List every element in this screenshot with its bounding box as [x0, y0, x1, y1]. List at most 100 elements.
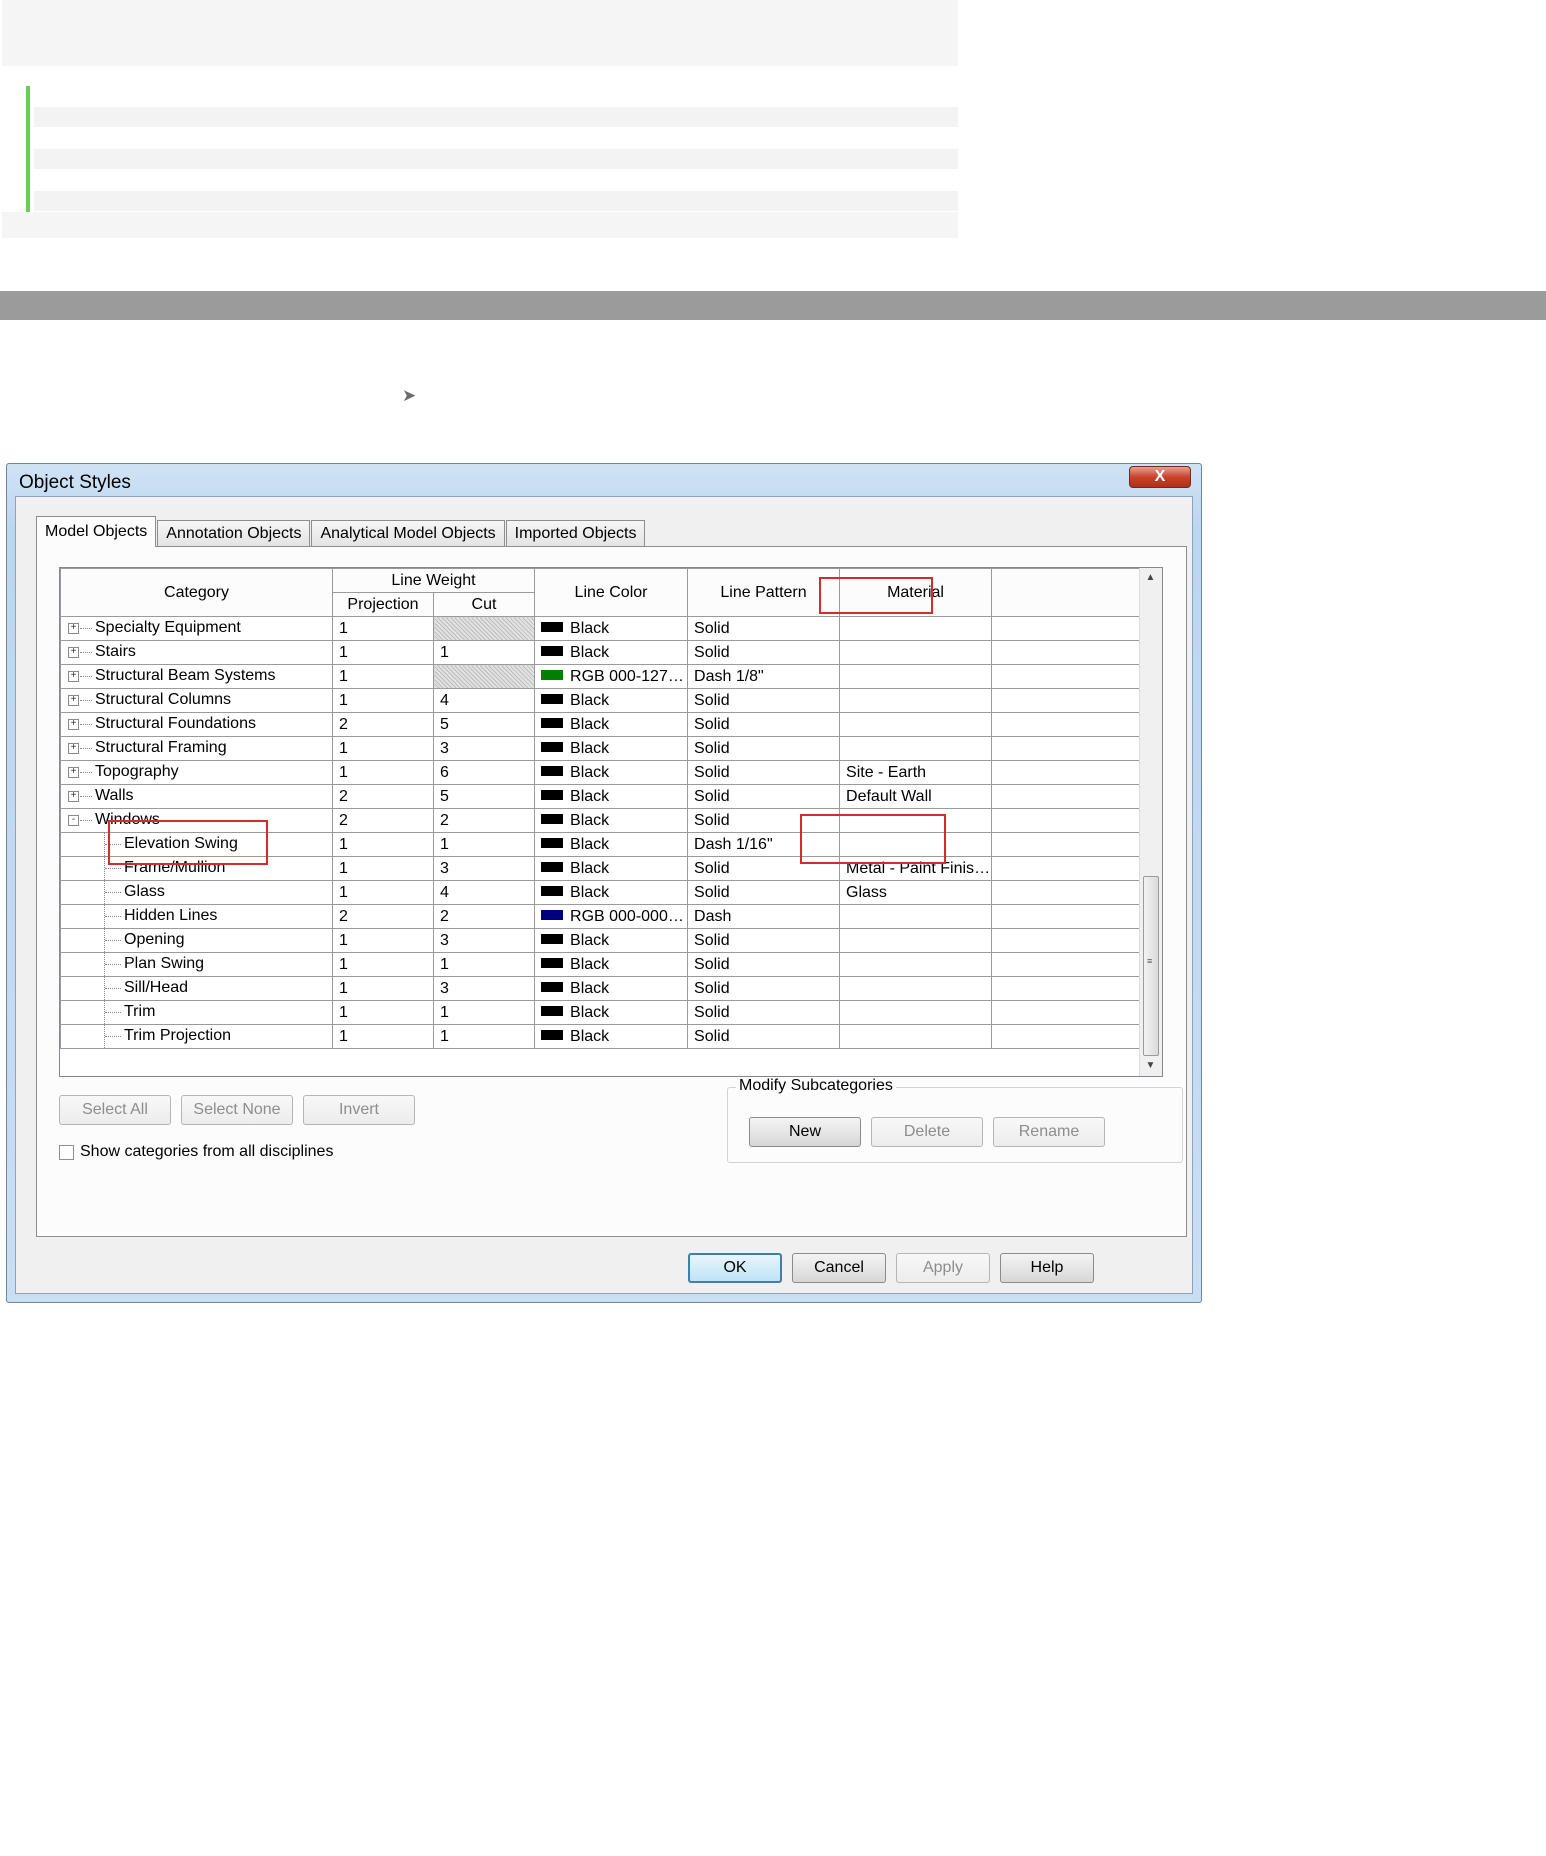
- projection-cell[interactable]: 2: [332, 712, 434, 737]
- projection-cell[interactable]: 1: [332, 616, 434, 641]
- header-material[interactable]: Material: [839, 568, 993, 617]
- header-line-color[interactable]: Line Color: [534, 568, 689, 617]
- table-row[interactable]: + Structural Columns 1 4 Black Solid: [60, 688, 1144, 713]
- material-cell[interactable]: [839, 832, 993, 857]
- material-cell[interactable]: [839, 616, 993, 641]
- cut-cell[interactable]: 3: [432, 928, 536, 953]
- projection-cell[interactable]: 2: [332, 808, 434, 833]
- line-pattern-cell[interactable]: Solid: [687, 712, 841, 737]
- ok-button[interactable]: OK: [688, 1253, 782, 1283]
- category-cell[interactable]: - Windows: [60, 808, 333, 833]
- projection-cell[interactable]: 1: [332, 976, 434, 1001]
- scroll-thumb[interactable]: ≡: [1143, 876, 1159, 1056]
- line-color-cell[interactable]: Black: [534, 952, 689, 977]
- new-subcategory-button[interactable]: New: [749, 1117, 861, 1147]
- material-cell[interactable]: [839, 1000, 993, 1025]
- select-none-button[interactable]: Select None: [181, 1095, 293, 1125]
- table-row[interactable]: + Stairs 1 1 Black Solid: [60, 640, 1144, 665]
- cut-cell[interactable]: 3: [432, 976, 536, 1001]
- grid-scrollbar[interactable]: ▲ ≡ ▼: [1139, 568, 1162, 1076]
- projection-cell[interactable]: 1: [332, 1000, 434, 1025]
- cut-cell[interactable]: 3: [432, 736, 536, 761]
- scroll-up-icon[interactable]: ▲: [1140, 568, 1161, 588]
- cut-cell[interactable]: [432, 664, 536, 689]
- apply-button[interactable]: Apply: [896, 1253, 990, 1283]
- line-color-cell[interactable]: Black: [534, 688, 689, 713]
- table-row[interactable]: + Specialty Equipment 1 Black Solid: [60, 616, 1144, 641]
- select-all-button[interactable]: Select All: [59, 1095, 171, 1125]
- category-cell[interactable]: Trim Projection: [60, 1024, 333, 1049]
- show-all-disciplines-checkbox[interactable]: [59, 1144, 74, 1160]
- table-row[interactable]: Sill/Head 1 3 Black Solid: [60, 976, 1144, 1001]
- category-cell[interactable]: + Topography: [60, 760, 333, 785]
- rename-subcategory-button[interactable]: Rename: [993, 1117, 1105, 1147]
- expand-icon[interactable]: +: [68, 791, 79, 802]
- close-button[interactable]: X: [1129, 466, 1191, 488]
- expand-icon[interactable]: +: [68, 743, 79, 754]
- material-cell[interactable]: [839, 664, 993, 689]
- category-cell[interactable]: + Structural Foundations: [60, 712, 333, 737]
- projection-cell[interactable]: 1: [332, 952, 434, 977]
- material-cell[interactable]: [839, 1024, 993, 1049]
- line-pattern-cell[interactable]: Solid: [687, 760, 841, 785]
- tab-imported-objects[interactable]: Imported Objects: [505, 520, 646, 547]
- line-color-cell[interactable]: Black: [534, 808, 689, 833]
- category-cell[interactable]: + Structural Beam Systems: [60, 664, 333, 689]
- line-color-cell[interactable]: RGB 000-127-000: [534, 664, 689, 689]
- expand-icon[interactable]: +: [68, 719, 79, 730]
- tab-model-objects[interactable]: Model Objects: [36, 516, 157, 547]
- invert-button[interactable]: Invert: [303, 1095, 415, 1125]
- projection-cell[interactable]: 1: [332, 736, 434, 761]
- table-row[interactable]: Plan Swing 1 1 Black Solid: [60, 952, 1144, 977]
- material-cell[interactable]: [839, 904, 993, 929]
- cancel-button[interactable]: Cancel: [792, 1253, 886, 1283]
- table-row[interactable]: Elevation Swing 1 1 Black Dash 1/16": [60, 832, 1144, 857]
- category-cell[interactable]: Opening: [60, 928, 333, 953]
- table-row[interactable]: Trim Projection 1 1 Black Solid: [60, 1024, 1144, 1049]
- cut-cell[interactable]: 5: [432, 784, 536, 809]
- cut-cell[interactable]: 4: [432, 880, 536, 905]
- table-row[interactable]: + Structural Beam Systems 1 RGB 000-127-000…: [60, 664, 1144, 689]
- header-line-pattern[interactable]: Line Pattern: [687, 568, 841, 617]
- line-color-cell[interactable]: Black: [534, 880, 689, 905]
- projection-cell[interactable]: 1: [332, 928, 434, 953]
- expand-icon[interactable]: +: [68, 695, 79, 706]
- projection-cell[interactable]: 2: [332, 784, 434, 809]
- line-pattern-cell[interactable]: Solid: [687, 1024, 841, 1049]
- table-row[interactable]: Trim 1 1 Black Solid: [60, 1000, 1144, 1025]
- line-pattern-cell[interactable]: Solid: [687, 616, 841, 641]
- expand-icon[interactable]: +: [68, 623, 79, 634]
- line-color-cell[interactable]: Black: [534, 856, 689, 881]
- category-cell[interactable]: Hidden Lines: [60, 904, 333, 929]
- line-color-cell[interactable]: Black: [534, 616, 689, 641]
- cut-cell[interactable]: 2: [432, 904, 536, 929]
- table-row[interactable]: Frame/Mullion 1 3 Black Solid Metal - Paint F…: [60, 856, 1144, 881]
- material-cell[interactable]: [839, 640, 993, 665]
- category-cell[interactable]: + Specialty Equipment: [60, 616, 333, 641]
- help-button[interactable]: Help: [1000, 1253, 1094, 1283]
- line-pattern-cell[interactable]: Solid: [687, 808, 841, 833]
- cut-cell[interactable]: 5: [432, 712, 536, 737]
- material-cell[interactable]: [839, 952, 993, 977]
- line-pattern-cell[interactable]: Dash: [687, 904, 841, 929]
- line-pattern-cell[interactable]: Solid: [687, 784, 841, 809]
- scroll-down-icon[interactable]: ▼: [1140, 1056, 1161, 1076]
- line-pattern-cell[interactable]: Dash 1/8": [687, 664, 841, 689]
- category-cell[interactable]: + Structural Framing: [60, 736, 333, 761]
- category-cell[interactable]: + Walls: [60, 784, 333, 809]
- table-row[interactable]: + Topography 1 6 Black Solid Site - Earth: [60, 760, 1144, 785]
- cut-cell[interactable]: 2: [432, 808, 536, 833]
- show-all-disciplines-row[interactable]: Show categories from all disciplines: [59, 1143, 333, 1161]
- table-row[interactable]: Glass 1 4 Black Solid Glass: [60, 880, 1144, 905]
- material-cell[interactable]: [839, 736, 993, 761]
- tab-analytical-model-objects[interactable]: Analytical Model Objects: [311, 520, 505, 547]
- line-pattern-cell[interactable]: Solid: [687, 856, 841, 881]
- line-color-cell[interactable]: Black: [534, 832, 689, 857]
- table-row[interactable]: + Structural Foundations 2 5 Black Solid: [60, 712, 1144, 737]
- line-color-cell[interactable]: Black: [534, 760, 689, 785]
- line-color-cell[interactable]: Black: [534, 784, 689, 809]
- line-pattern-cell[interactable]: Solid: [687, 928, 841, 953]
- table-row[interactable]: + Walls 2 5 Black Solid Default Wall: [60, 784, 1144, 809]
- header-projection[interactable]: Projection: [332, 592, 434, 617]
- material-cell[interactable]: Glass: [839, 880, 993, 905]
